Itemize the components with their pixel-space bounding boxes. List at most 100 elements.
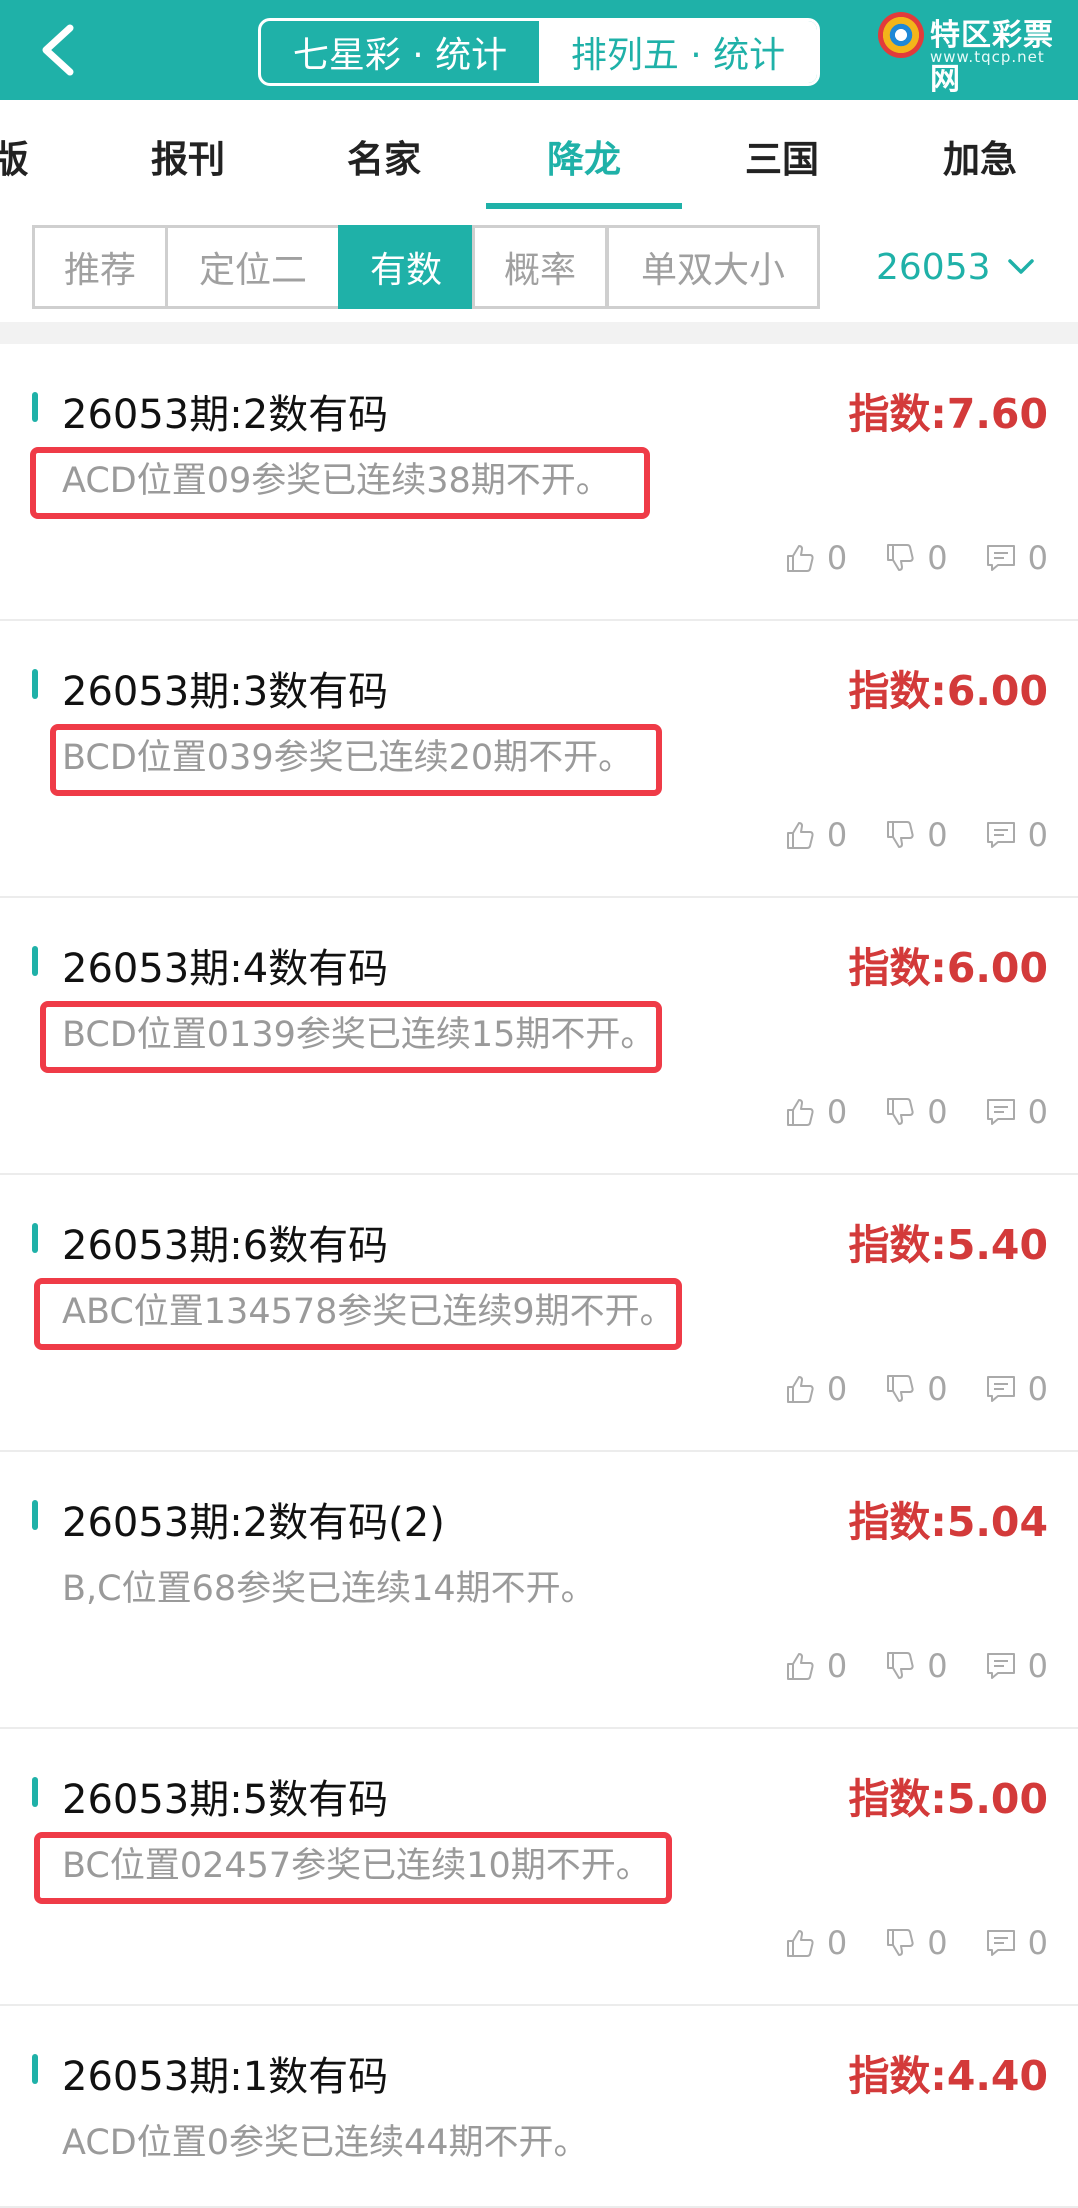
top-bar: 七星彩 · 统计 排列五 · 统计 特区彩票网 www.tqcp.net [0, 0, 1078, 100]
active-tab-indicator [486, 203, 682, 209]
like-count: 0 [826, 816, 848, 854]
dislike-button[interactable]: 0 [883, 539, 948, 577]
comment-count: 0 [1027, 539, 1048, 577]
dislike-count: 0 [927, 1924, 948, 1962]
tab-xianglong[interactable]: 降龙 [526, 100, 642, 212]
segment-pailiewu[interactable]: 排列五 · 统计 [539, 21, 817, 83]
list-item[interactable]: 26053期:2数有码 指数:7.60 ACD位置09参奖已连续38期不开。 0… [0, 344, 1078, 621]
list-item[interactable]: 26053期:3数有码 指数:6.00 BCD位置039参奖已连续20期不开。 … [0, 621, 1078, 898]
logo-emblem-icon [878, 12, 924, 58]
tab-ban[interactable]: 版 [0, 100, 60, 212]
accent-bar [32, 946, 38, 976]
comment-count: 0 [1027, 816, 1048, 854]
item-actions: 0 0 0 [747, 1367, 1048, 1411]
accent-bar [32, 669, 38, 699]
item-description: BCD位置039参奖已连续20期不开。 [62, 738, 634, 778]
tab-baokan[interactable]: 报刊 [130, 100, 246, 212]
like-count: 0 [826, 1924, 848, 1962]
item-index: 指数:5.40 [848, 1221, 1048, 1269]
comment-count: 0 [1027, 1647, 1048, 1685]
item-actions: 0 0 0 [747, 1090, 1048, 1134]
filter-gailv[interactable]: 概率 [472, 225, 608, 309]
thumbs-up-icon [786, 822, 814, 849]
item-actions: 0 0 0 [747, 813, 1048, 857]
comment-button[interactable]: 0 [984, 816, 1048, 854]
period-selector[interactable]: 26053 [876, 225, 1035, 309]
filter-bar: 推荐 定位二 有数 概率 单双大小 26053 [0, 212, 1078, 322]
item-title: 26053期:2数有码 [62, 392, 389, 438]
item-title: 26053期:3数有码 [62, 669, 389, 715]
thumbs-down-icon [887, 1098, 914, 1125]
comment-button[interactable]: 0 [984, 1924, 1048, 1962]
like-count: 0 [826, 539, 848, 577]
site-logo: 特区彩票网 www.tqcp.net [872, 6, 1072, 97]
accent-bar [32, 1500, 38, 1530]
list-item[interactable]: 26053期:2数有码(2) 指数:5.04 B,C位置68参奖已连续14期不开… [0, 1452, 1078, 1729]
item-index: 指数:5.00 [848, 1775, 1048, 1823]
comment-button[interactable]: 0 [984, 1093, 1048, 1131]
list-item[interactable]: 26053期:5数有码 指数:5.00 BC位置02457参奖已连续10期不开。… [0, 1729, 1078, 2006]
period-value: 26053 [876, 246, 991, 288]
dislike-button[interactable]: 0 [883, 1370, 948, 1408]
list-item[interactable]: 26053期:4数有码 指数:6.00 BCD位置0139参奖已连续15期不开。… [0, 898, 1078, 1175]
list-item[interactable]: 26053期:1数有码 指数:4.40 ACD位置0参奖已连续44期不开。 [0, 2006, 1078, 2208]
item-description: BC位置02457参奖已连续10期不开。 [62, 1846, 651, 1886]
like-button[interactable]: 0 [783, 1647, 847, 1685]
comment-icon [986, 1376, 1015, 1402]
item-index: 指数:6.00 [848, 667, 1048, 715]
list-item[interactable]: 26053期:6数有码 指数:5.40 ABC位置134578参奖已连续9期不开… [0, 1175, 1078, 1452]
item-index: 指数:6.00 [848, 944, 1048, 992]
item-title: 26053期:5数有码 [62, 1777, 389, 1823]
comment-icon [986, 1930, 1015, 1956]
item-title: 26053期:4数有码 [62, 946, 389, 992]
dislike-count: 0 [927, 1647, 948, 1685]
item-description: ABC位置134578参奖已连续9期不开。 [62, 1292, 675, 1332]
dislike-count: 0 [927, 1370, 948, 1408]
dislike-button[interactable]: 0 [883, 1647, 948, 1685]
filter-youshu[interactable]: 有数 [338, 225, 474, 309]
filter-tuijian[interactable]: 推荐 [32, 225, 168, 309]
like-button[interactable]: 0 [783, 1924, 847, 1962]
back-button[interactable] [28, 18, 88, 82]
accent-bar [32, 392, 38, 422]
accent-bar [32, 1777, 38, 1807]
item-description: ACD位置09参奖已连续38期不开。 [62, 461, 611, 501]
filter-dingwei-er[interactable]: 定位二 [165, 225, 341, 309]
chevron-left-icon [42, 24, 74, 76]
comment-button[interactable]: 0 [984, 1370, 1048, 1408]
filter-danshuang-daxiao[interactable]: 单双大小 [606, 225, 820, 309]
thumbs-down-icon [887, 1929, 914, 1956]
item-description: ACD位置0参奖已连续44期不开。 [62, 2123, 589, 2163]
comment-count: 0 [1027, 1370, 1048, 1408]
dislike-button[interactable]: 0 [883, 1924, 948, 1962]
dislike-count: 0 [927, 1093, 948, 1131]
segment-qixingcai[interactable]: 七星彩 · 统计 [261, 21, 539, 83]
thumbs-up-icon [786, 1099, 814, 1126]
dislike-button[interactable]: 0 [883, 1093, 948, 1131]
like-button[interactable]: 0 [783, 539, 847, 577]
like-button[interactable]: 0 [783, 1370, 847, 1408]
like-count: 0 [826, 1370, 848, 1408]
comment-icon [986, 1653, 1015, 1679]
like-button[interactable]: 0 [783, 816, 847, 854]
tab-sanguo[interactable]: 三国 [724, 100, 840, 212]
like-button[interactable]: 0 [783, 1093, 847, 1131]
comment-button[interactable]: 0 [984, 1647, 1048, 1685]
like-count: 0 [826, 1647, 848, 1685]
item-description: B,C位置68参奖已连续14期不开。 [62, 1569, 596, 1609]
dislike-button[interactable]: 0 [883, 816, 948, 854]
thumbs-up-icon [786, 1376, 814, 1403]
tab-mingjia[interactable]: 名家 [326, 100, 442, 212]
thumbs-up-icon [786, 1930, 814, 1957]
comment-icon [986, 1099, 1015, 1125]
thumbs-down-icon [887, 1652, 914, 1679]
comment-icon [986, 822, 1015, 848]
comment-count: 0 [1027, 1093, 1048, 1131]
tab-jiaji[interactable]: 加急 [922, 100, 1038, 212]
category-tabs: 版 报刊 名家 降龙 三国 加急 [0, 100, 1078, 213]
comment-icon [986, 545, 1015, 571]
thumbs-down-icon [887, 821, 914, 848]
comment-button[interactable]: 0 [984, 539, 1048, 577]
thumbs-down-icon [887, 1375, 914, 1402]
thumbs-up-icon [786, 545, 814, 572]
